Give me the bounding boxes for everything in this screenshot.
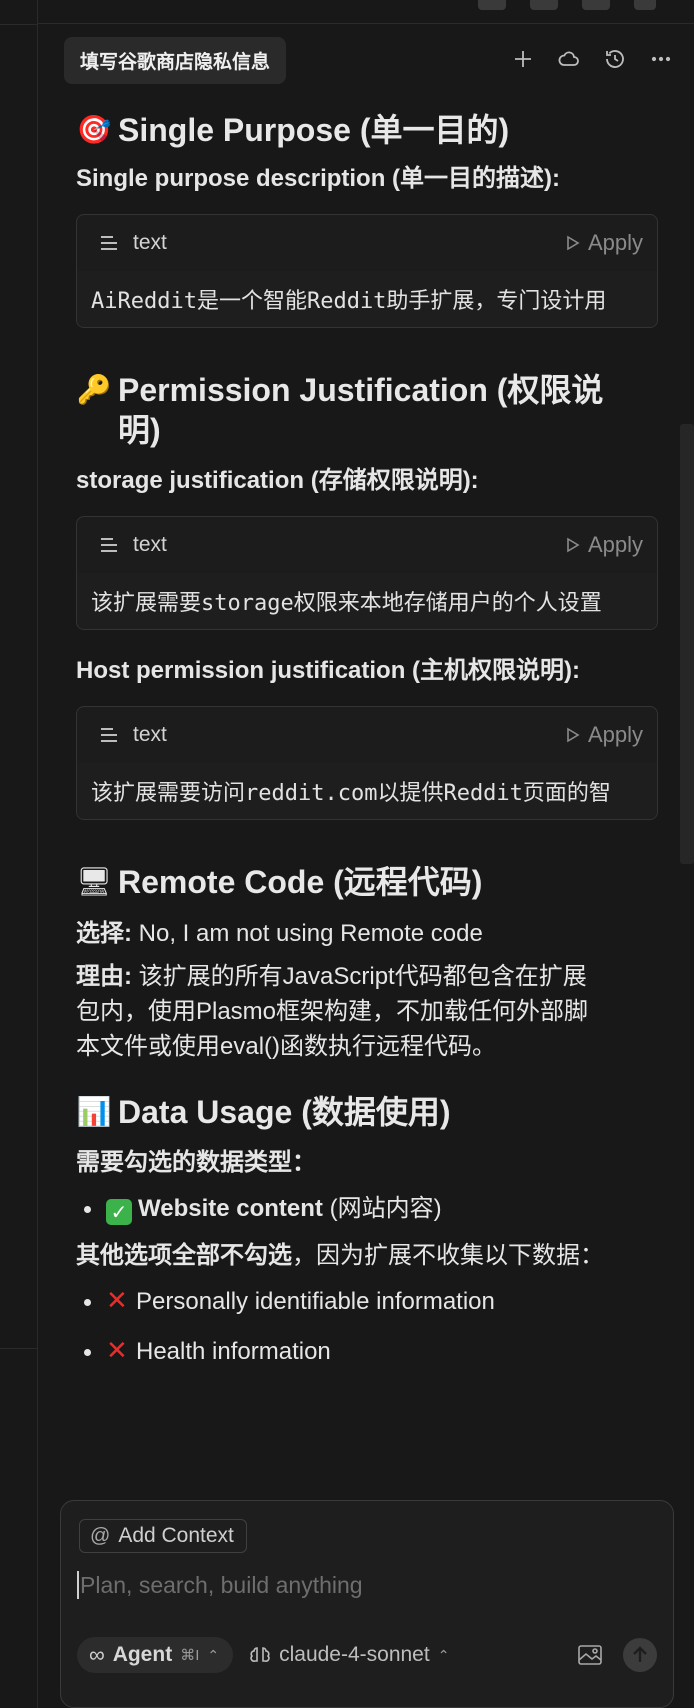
heading-text: Data Usage (数据使用) [118, 1094, 451, 1130]
top-toolbar [38, 0, 694, 24]
list-item: ✓ Website content (网站内容) [76, 1194, 658, 1225]
chat-tab-title[interactable]: 填写谷歌商店隐私信息 [64, 36, 287, 84]
code-block-header: text Apply [77, 215, 657, 271]
code-language-label: text [133, 723, 167, 746]
prompt-placeholder: Plan, search, build anything [80, 1571, 363, 1598]
section-heading-permission: 🔑 Permission Justification (权限说 明) [76, 370, 658, 450]
play-icon [567, 537, 580, 553]
code-content[interactable]: AiReddit是一个智能Reddit助手扩展，专门设计用 [77, 271, 657, 327]
list-item: ✕ Health information [76, 1337, 658, 1367]
chevron-up-icon: ⌃ [437, 1646, 450, 1663]
unchecked-data-list: ✕ Personally identifiable information ✕ He… [76, 1287, 658, 1367]
prompt-input[interactable]: Plan, search, build anything [77, 1571, 363, 1599]
play-icon [567, 727, 580, 743]
send-button[interactable] [623, 1638, 657, 1672]
layout-bottom-icon[interactable] [530, 0, 558, 10]
list-item: ✕ Personally identifiable information [76, 1287, 658, 1317]
mode-shortcut: ⌘I [180, 1647, 200, 1664]
model-selector[interactable]: claude-4-sonnet ⌃ [249, 1643, 449, 1667]
model-label: claude-4-sonnet [279, 1643, 430, 1666]
cloud-icon[interactable] [556, 46, 582, 72]
scrollbar-thumb[interactable] [680, 424, 694, 864]
mode-selector[interactable]: ∞ Agent ⌘I ⌃ [77, 1637, 234, 1673]
more-icon[interactable] [648, 46, 674, 72]
apply-button[interactable]: Apply [566, 532, 643, 558]
target-icon: 🎯 [76, 113, 112, 146]
chat-composer: @ Add Context Plan, search, build anythi… [60, 1500, 674, 1708]
brain-icon [250, 1647, 270, 1662]
bar-chart-icon: 📊 [76, 1095, 112, 1128]
code-block-storage: text Apply 该扩展需要storage权限来本地存储用户的个人设置 [76, 516, 658, 630]
add-context-button[interactable]: @ Add Context [79, 1519, 247, 1553]
chevron-up-icon: ⌃ [207, 1646, 220, 1663]
apply-label: Apply [587, 532, 643, 557]
key-icon: 🔑 [76, 373, 112, 406]
code-language-label: text [133, 533, 167, 556]
text-cursor [77, 1571, 79, 1599]
image-attach-icon[interactable] [577, 1644, 603, 1666]
text-lines-icon [101, 236, 119, 250]
code-language-label: text [133, 231, 167, 254]
activity-strip [0, 0, 38, 1708]
chat-message-content: 🎯 Single Purpose (单一目的) Single purpose d… [76, 96, 658, 1367]
infinity-icon: ∞ [89, 1642, 105, 1667]
section-heading-data-usage: 📊 Data Usage (数据使用) [76, 1092, 658, 1132]
section-heading-remote-code: 🖥 Remote Code (远程代码) [76, 862, 658, 902]
need-checked-label: 需要勾选的数据类型： [76, 1149, 316, 1176]
history-icon[interactable] [602, 46, 628, 72]
mode-label: Agent [112, 1643, 173, 1666]
cross-mark-icon: ✕ [106, 1286, 128, 1316]
monitor-icon: 🖥 [76, 865, 112, 898]
cross-mark-icon: ✕ [106, 1336, 128, 1366]
at-sign-icon: @ [90, 1524, 111, 1547]
code-block-header: text Apply [77, 707, 657, 763]
layout-panel-icon[interactable] [478, 0, 506, 10]
remote-reason: 理由: 该扩展的所有JavaScript代码都包含在扩展 包内，使用Plasmo… [76, 963, 589, 1060]
subheading-single-purpose: Single purpose description (单一目的描述): [76, 165, 561, 192]
play-icon [567, 235, 580, 251]
other-options-note: 其他选项全部不勾选，因为扩展不收集以下数据： [76, 1242, 604, 1269]
plus-icon[interactable] [510, 46, 536, 72]
checked-data-list: ✓ Website content (网站内容) [76, 1194, 658, 1225]
settings-icon[interactable] [634, 0, 656, 10]
apply-button[interactable]: Apply [566, 230, 643, 256]
arrow-up-icon [633, 1646, 647, 1662]
composer-toolbar: ∞ Agent ⌘I ⌃ claude-4-sonnet ⌃ [77, 1637, 657, 1673]
apply-label: Apply [587, 722, 643, 747]
subheading-storage: storage justification (存储权限说明): [76, 467, 479, 494]
heading-text: Single Purpose (单一目的) [118, 112, 510, 148]
heading-text: Remote Code (远程代码) [118, 864, 483, 900]
code-block-host: text Apply 该扩展需要访问reddit.com以提供Reddit页面的… [76, 706, 658, 820]
text-lines-icon [101, 728, 119, 742]
code-content[interactable]: 该扩展需要访问reddit.com以提供Reddit页面的智 [77, 763, 657, 819]
remote-choice: 选择: No, I am not using Remote code [76, 920, 483, 947]
add-context-label: Add Context [118, 1524, 234, 1547]
header-actions [510, 46, 674, 72]
section-heading-single-purpose: 🎯 Single Purpose (单一目的) [76, 110, 658, 150]
text-lines-icon [101, 538, 119, 552]
chat-header: 填写谷歌商店隐私信息 [38, 24, 694, 96]
code-content[interactable]: 该扩展需要storage权限来本地存储用户的个人设置 [77, 573, 657, 629]
layout-right-icon[interactable] [582, 0, 610, 10]
check-mark-icon: ✓ [106, 1199, 132, 1225]
apply-button[interactable]: Apply [566, 722, 643, 748]
apply-label: Apply [587, 230, 643, 255]
heading-text: Permission Justification (权限说 明) [118, 372, 604, 448]
code-block-header: text Apply [77, 517, 657, 573]
subheading-host-permission: Host permission justification (主机权限说明): [76, 657, 581, 684]
code-block-single-purpose: text Apply AiReddit是一个智能Reddit助手扩展，专门设计用 [76, 214, 658, 328]
